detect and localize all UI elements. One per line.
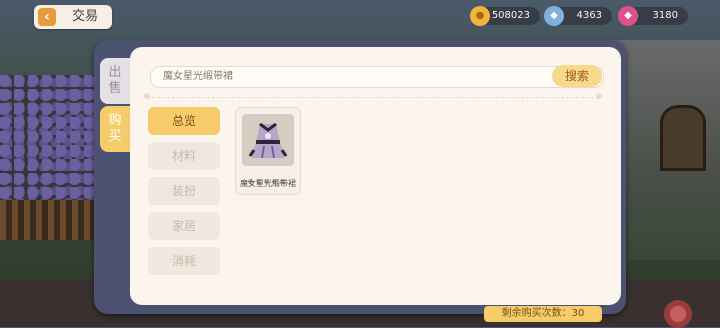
search-input[interactable]: 魔女星光缎带裙 (150, 66, 604, 88)
gem-counter[interactable]: ◆ 3180 (618, 6, 688, 26)
search-button[interactable]: 搜索 (552, 65, 602, 87)
item-rarity-dots (248, 169, 288, 184)
divider (147, 97, 599, 98)
diamond-icon: ◆ (544, 6, 564, 26)
tab-buy-label: 购 买 (108, 113, 122, 144)
scroll-icon[interactable] (664, 300, 692, 328)
remaining-purchases: 剩余购买次数：30 (484, 306, 602, 322)
pink-gem-icon: ◆ (618, 6, 638, 26)
category-outfits[interactable]: 装扮 (148, 177, 220, 205)
category-furniture[interactable]: 家居 (148, 212, 220, 240)
category-consumables[interactable]: 消耗 (148, 247, 220, 275)
page-title-tag: ‹ 交易 (34, 5, 112, 29)
diamond-value: 4363 (576, 10, 602, 21)
back-arrow-icon[interactable]: ‹ (38, 8, 56, 26)
divider-dot-left (144, 93, 150, 99)
background-door (660, 105, 706, 171)
gold-value: 508023 (491, 10, 530, 21)
category-materials[interactable]: 材料 (148, 142, 220, 170)
gold-coin-icon: ● (470, 6, 490, 26)
witch-dress-icon (242, 114, 294, 166)
item-name: 魔女星光缎带裙 (240, 179, 296, 188)
gem-value: 3180 (652, 10, 678, 21)
divider-dot-right (596, 93, 602, 99)
tab-buy[interactable]: 购 买 (100, 106, 130, 152)
tab-sell-label: 出 售 (108, 65, 122, 96)
item-card[interactable]: 魔女星光缎带裙 (235, 107, 301, 195)
category-overview[interactable]: 总览 (148, 107, 220, 135)
search-input-value: 魔女星光缎带裙 (163, 71, 233, 82)
gold-counter[interactable]: ● 508023 (470, 6, 540, 26)
diamond-counter[interactable]: ◆ 4363 (544, 6, 612, 26)
page-title: 交易 (72, 9, 99, 24)
tab-sell[interactable]: 出 售 (100, 58, 130, 104)
